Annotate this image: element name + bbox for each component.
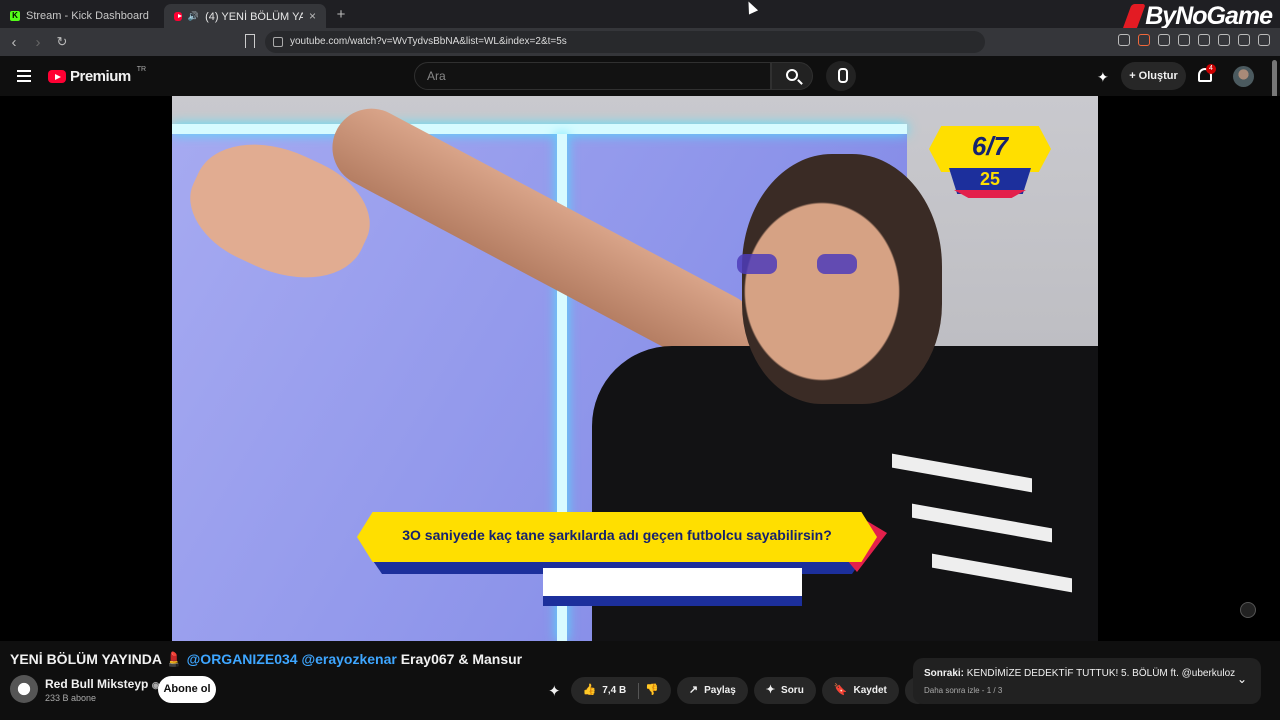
up-next-title: Sonraki: KENDİMİZE DEDEKTİF TUTTUK! 5. B… <box>924 668 1236 679</box>
neon-light-horizontal <box>172 124 907 134</box>
brave-shield-icon[interactable] <box>1138 34 1150 46</box>
music-note-icon[interactable] <box>1178 34 1190 46</box>
browser-toolbar: ‹ › ↻ youtube.com/watch?v=WvTydvsBbNA&li… <box>0 28 1280 56</box>
sidebar-icon[interactable] <box>1198 34 1210 46</box>
share-icon: ↗ <box>688 684 699 696</box>
puzzle-extension-icon[interactable] <box>1158 34 1170 46</box>
ai-sparkle-icon[interactable]: ✦ <box>1097 69 1109 86</box>
bynogame-watermark: ByNoGame <box>1122 2 1273 31</box>
tab-label: Stream - Kick Dashboard <box>26 10 149 22</box>
youtube-play-icon <box>48 70 66 83</box>
menu-icon[interactable] <box>1258 34 1270 46</box>
subscribe-button[interactable]: Abone ol <box>158 676 216 703</box>
subscriber-count: 233 B abone <box>45 693 97 703</box>
video-actions: ✦ 👍 7,4 B 👎 ↗ Paylaş ✦ Soru 🔖 Kaydet ••• <box>548 677 932 704</box>
cast-icon[interactable] <box>1118 34 1130 46</box>
user-avatar[interactable] <box>1233 66 1254 87</box>
sunglasses <box>737 254 872 276</box>
close-tab-icon[interactable]: × <box>309 9 316 23</box>
reload-icon[interactable]: ↻ <box>52 34 72 50</box>
vpn-shield-icon[interactable] <box>1238 34 1250 46</box>
forward-arrow-icon[interactable]: › <box>28 34 48 51</box>
ask-button[interactable]: ✦ Soru <box>753 677 816 704</box>
search-button[interactable] <box>771 62 813 90</box>
chevron-down-icon[interactable]: ⌄ <box>1237 672 1247 686</box>
browser-tabbar: K Stream - Kick Dashboard 🔊 (4) YENİ BÖL… <box>0 0 1280 31</box>
person-head <box>742 154 942 404</box>
search-input[interactable]: Ara <box>414 62 771 90</box>
channel-name[interactable]: Red Bull Miksteyp ◉ <box>45 677 160 691</box>
create-button[interactable]: + Oluştur <box>1121 62 1186 90</box>
up-next-subtitle: Daha sonra izle - 1 / 3 <box>924 686 1003 695</box>
address-bar[interactable]: youtube.com/watch?v=WvTydvsBbNA&list=WL&… <box>265 31 985 53</box>
logo-text: Premium <box>70 68 131 85</box>
video-player[interactable]: 6/7 25 3O saniyede kaç tane şarkılarda a… <box>0 96 1280 641</box>
video-frame[interactable]: 6/7 25 3O saniyede kaç tane şarkılarda a… <box>172 96 1098 641</box>
score-timer: 25 <box>979 169 1001 189</box>
save-button[interactable]: 🔖 Kaydet <box>821 677 899 704</box>
channel-watermark-icon[interactable] <box>1240 602 1256 618</box>
thumbs-down-icon[interactable]: 👎 <box>645 677 659 704</box>
answer-box-underline <box>543 596 802 606</box>
thumbs-up-icon: 👍 <box>582 684 597 696</box>
hamburger-menu-icon[interactable] <box>17 70 31 82</box>
site-info-icon[interactable] <box>273 37 283 47</box>
search-icon <box>786 69 798 81</box>
speaker-icon: 🔊 <box>187 10 200 21</box>
score-badge: 6/7 25 <box>929 126 1051 202</box>
youtube-premium-logo[interactable]: Premium TR <box>48 66 147 85</box>
tab-kick-dashboard[interactable]: K Stream - Kick Dashboard <box>0 4 164 28</box>
share-button[interactable]: ↗ Paylaş <box>676 677 748 704</box>
score-progress: 6/7 <box>971 131 1009 161</box>
channel-avatar[interactable] <box>10 675 38 703</box>
logo-region: TR <box>136 66 147 73</box>
like-count: 7,4 B <box>602 685 627 696</box>
bookmark-save-icon: 🔖 <box>833 684 848 696</box>
tab-label: (4) YENİ BÖLÜM YAYINDA 💄 <box>205 10 303 23</box>
youtube-header: Premium TR Ara ✦ + Oluştur 4 <box>0 56 1280 96</box>
ai-summary-icon[interactable]: ✦ <box>548 682 561 700</box>
bookmark-icon[interactable] <box>245 34 255 48</box>
like-button[interactable]: 👍 7,4 B 👎 <box>570 677 671 704</box>
bynogame-logo-icon <box>1122 3 1146 30</box>
sparkle-icon: ✦ <box>765 684 776 696</box>
notification-badge: 4 <box>1206 64 1216 74</box>
up-next-panel[interactable]: Sonraki: KENDİMİZE DEDEKTİF TUTTUK! 5. B… <box>913 658 1261 704</box>
youtube-favicon-icon <box>174 11 182 21</box>
wallet-icon[interactable] <box>1218 34 1230 46</box>
voice-search-button[interactable] <box>826 61 856 91</box>
back-arrow-icon[interactable]: ‹ <box>4 34 24 51</box>
tab-youtube-video[interactable]: 🔊 (4) YENİ BÖLÜM YAYINDA 💄 × <box>164 4 326 28</box>
extension-icons <box>1118 34 1270 46</box>
answer-box <box>543 568 802 598</box>
video-title: YENİ BÖLÜM YAYINDA 💄 @ORGANIZE034 @erayo… <box>10 651 523 667</box>
new-tab-button[interactable]: + <box>326 4 356 28</box>
title-mentions-link[interactable]: @ORGANIZE034 @erayozkenar <box>187 651 397 667</box>
question-text: 3O saniyede kaç tane şarkılarda adı geçe… <box>402 527 832 543</box>
kick-favicon-icon: K <box>10 11 20 21</box>
url-text: youtube.com/watch?v=WvTydvsBbNA&list=WL&… <box>290 36 567 47</box>
